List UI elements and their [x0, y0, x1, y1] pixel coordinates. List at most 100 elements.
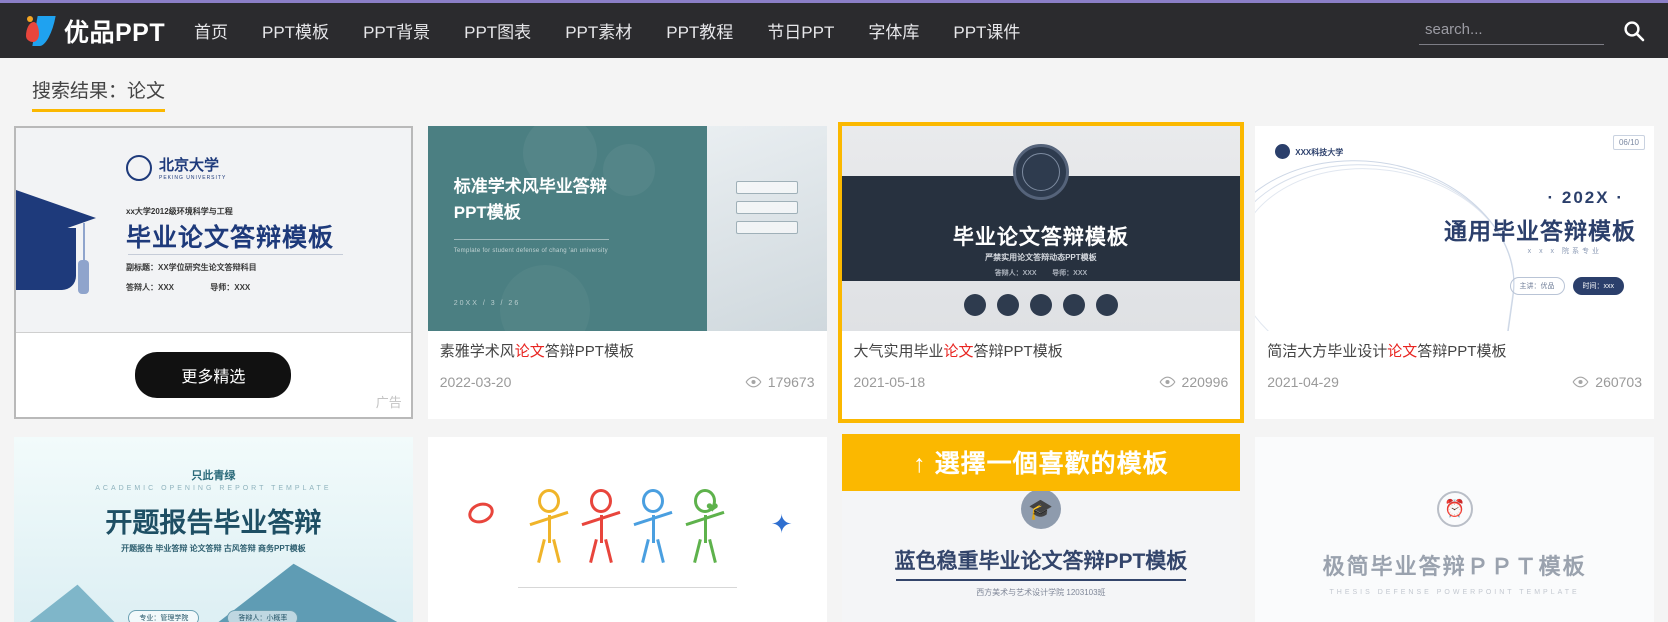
template-card-7[interactable]: ⏰ 极简毕业答辩ＰＰＴ模板 THESIS DEFENSE POWERPOINT …: [1255, 437, 1654, 622]
template-card-4[interactable]: 只此青绿 ACADEMIC OPENING REPORT TEMPLATE 开题…: [14, 437, 413, 622]
ad-university-name: 北京大学: [159, 158, 220, 174]
card-title-highlight: 论文: [1387, 343, 1418, 360]
template-thumbnail[interactable]: ❤ ✦: [427, 437, 827, 622]
thumb6-title: 蓝色稳重毕业论文答辩PPT模板: [894, 550, 1188, 573]
card-views: 179673: [745, 374, 815, 390]
nav-item-background[interactable]: PPT背景: [363, 18, 430, 43]
thumb3-button-1: 主讲：优品: [1509, 277, 1565, 295]
bell-icon: [1062, 294, 1085, 316]
gear-icon: [1029, 294, 1052, 316]
card-date: 2022-03-20: [439, 374, 512, 390]
template-thumbnail[interactable]: ⏰ 极简毕业答辩ＰＰＴ模板 THESIS DEFENSE POWERPOINT …: [1255, 437, 1654, 622]
card-views: 220996: [1159, 374, 1229, 390]
thumb1-date: 20XX / 3 / 26: [453, 300, 521, 307]
thumb6-sub: 西方美术与艺术设计学院 1203103班: [976, 588, 1106, 597]
template-thumbnail[interactable]: 标准学术风毕业答辩 PPT模板 Template for student def…: [427, 126, 827, 331]
eye-icon: [1572, 376, 1589, 388]
thumb3-major: x x x 院系专业: [1527, 248, 1602, 255]
youpin-logo-icon: [24, 14, 58, 48]
template-card-3[interactable]: XXX科技大学 06/10 · 202X · 通用毕业答辩模板 x x x 院系…: [1255, 126, 1654, 419]
nav-item-courseware[interactable]: PPT课件: [953, 18, 1020, 43]
ad-thumb-title: 毕业论文答辩模板: [126, 224, 335, 252]
stick-figures-illustration: ❤ ✦: [427, 437, 827, 622]
card-title[interactable]: 素雅学术风论文答辩PPT模板: [440, 340, 815, 361]
template-thumbnail[interactable]: 毕业论文答辩模板 严禁实用论文答辩动态PPT模板 答辩人：XXX 导师：XXX: [841, 126, 1241, 331]
thumb4-pill-2: 答辩人：小概率: [227, 610, 299, 622]
page-title: 搜索结果：论文: [32, 76, 166, 112]
graduation-cap-icon: 🎓: [1020, 489, 1061, 529]
thumb4-sub: 只此青绿: [191, 470, 236, 482]
thumb4-tags: 开题报告 毕业答辩 论文答辩 古风答辩 商务PPT模板: [121, 544, 306, 553]
brand-name: 优品PPT: [64, 18, 166, 47]
card-meta: 大气实用毕业论文答辩PPT模板 2021-05-18 220996: [842, 331, 1241, 402]
ad-thumbnail: 北京大学 PEKING UNIVERSITY xx大学2012级环境科学与工程 …: [16, 128, 411, 333]
university-logo: 北京大学 PEKING UNIVERSITY: [126, 154, 226, 181]
university-seal-icon: [1012, 144, 1069, 200]
thumb4-title: 开题报告毕业答辩: [105, 508, 322, 538]
card-title[interactable]: 大气实用毕业论文答辩PPT模板: [854, 340, 1229, 361]
ad-pretitle: xx大学2012级环境科学与工程: [126, 207, 233, 216]
ad-footer: 更多精选 广告: [16, 333, 411, 417]
thumb4-en: ACADEMIC OPENING REPORT TEMPLATE: [95, 485, 332, 492]
main-nav: 首页 PPT模板 PPT背景 PPT图表 PPT素材 PPT教程 节日PPT 字…: [190, 18, 1419, 43]
thumb7-title: 极简毕业答辩ＰＰＴ模板: [1322, 554, 1587, 579]
eye-icon: [745, 376, 762, 388]
search-area: [1419, 17, 1668, 45]
card-views-count: 179673: [767, 374, 815, 390]
site-header: 优品PPT 首页 PPT模板 PPT背景 PPT图表 PPT素材 PPT教程 节…: [0, 3, 1668, 58]
more-featured-button[interactable]: 更多精选: [135, 352, 292, 398]
card-title-highlight: 论文: [514, 343, 545, 360]
search-icon: [1624, 20, 1645, 41]
card-title-suffix: 答辩PPT模板: [973, 343, 1063, 360]
site-logo[interactable]: 优品PPT: [0, 13, 190, 49]
card-views: 260703: [1572, 374, 1642, 390]
instruction-banner: ↑ 選擇一個喜歡的模板: [841, 434, 1241, 491]
thumb2-icon-row: [842, 294, 1241, 316]
nav-item-materials[interactable]: PPT素材: [565, 18, 632, 43]
ad-card[interactable]: 北京大学 PEKING UNIVERSITY xx大学2012级环境科学与工程 …: [14, 126, 413, 419]
card-title-suffix: 答辩PPT模板: [1417, 343, 1507, 360]
card-meta: 素雅学术风论文答辩PPT模板 2022-03-20 179673: [428, 331, 827, 402]
ad-label: 广告: [375, 395, 402, 410]
results-bar: 搜索结果：论文: [0, 58, 1668, 120]
clock-icon: ⏰: [1436, 491, 1473, 527]
template-grid: 北京大学 PEKING UNIVERSITY xx大学2012级环境科学与工程 …: [0, 120, 1668, 622]
thumb2-title: 毕业论文答辩模板: [952, 226, 1129, 249]
ad-university-name-en: PEKING UNIVERSITY: [159, 175, 227, 181]
card-title-prefix: 素雅学术风: [439, 343, 515, 360]
thumb3-year: · 202X ·: [1547, 188, 1624, 207]
nav-item-holiday[interactable]: 节日PPT: [767, 18, 834, 43]
thumb2-advisor: 导师：XXX: [1052, 270, 1088, 277]
thumb1-title-line2: PPT模板: [453, 203, 521, 223]
page-badge: 06/10: [1612, 135, 1645, 150]
template-card-1[interactable]: 标准学术风毕业答辩 PPT模板 Template for student def…: [427, 126, 827, 419]
card-title[interactable]: 简洁大方毕业设计论文答辩PPT模板: [1267, 340, 1642, 361]
template-thumbnail[interactable]: XXX科技大学 06/10 · 202X · 通用毕业答辩模板 x x x 院系…: [1255, 126, 1654, 331]
thumb7-sub: THESIS DEFENSE POWERPOINT TEMPLATE: [1329, 589, 1580, 596]
template-card-5[interactable]: ❤ ✦: [427, 437, 827, 622]
thumb1-caption: Template for student defense of chang 'a…: [453, 247, 608, 254]
template-thumbnail[interactable]: 只此青绿 ACADEMIC OPENING REPORT TEMPLATE 开题…: [14, 437, 413, 622]
search-input[interactable]: [1425, 20, 1598, 38]
thumb4-pill-1: 专业：管理学院: [128, 610, 200, 622]
nav-item-tutorials[interactable]: PPT教程: [666, 18, 733, 43]
nav-item-templates[interactable]: PPT模板: [262, 18, 329, 43]
nav-item-home[interactable]: 首页: [194, 18, 228, 43]
card-title-highlight: 论文: [943, 343, 974, 360]
card-views-count: 260703: [1595, 374, 1642, 390]
ad-presenter: 答辩人：XXX: [126, 283, 175, 292]
ad-subtitle: 副标题：XX学位研究生论文答辩科目: [126, 263, 257, 272]
nav-item-fonts[interactable]: 字体库: [868, 18, 919, 43]
search-box[interactable]: [1419, 17, 1604, 45]
card-title-prefix: 大气实用毕业: [853, 343, 944, 360]
ad-advisor: 导师：XXX: [210, 283, 251, 292]
card-views-count: 220996: [1181, 374, 1229, 390]
card-date: 2021-05-18: [853, 374, 926, 390]
card-date: 2021-04-29: [1267, 374, 1339, 390]
template-card-2-selected[interactable]: 毕业论文答辩模板 严禁实用论文答辩动态PPT模板 答辩人：XXX 导师：XXX …: [837, 122, 1245, 491]
card-title-prefix: 简洁大方毕业设计: [1267, 343, 1388, 360]
search-button[interactable]: [1622, 19, 1646, 43]
thumb3-button-2: 时间：xxx: [1572, 277, 1624, 295]
university-logo: XXX科技大学: [1275, 142, 1343, 160]
nav-item-charts[interactable]: PPT图表: [464, 18, 531, 43]
